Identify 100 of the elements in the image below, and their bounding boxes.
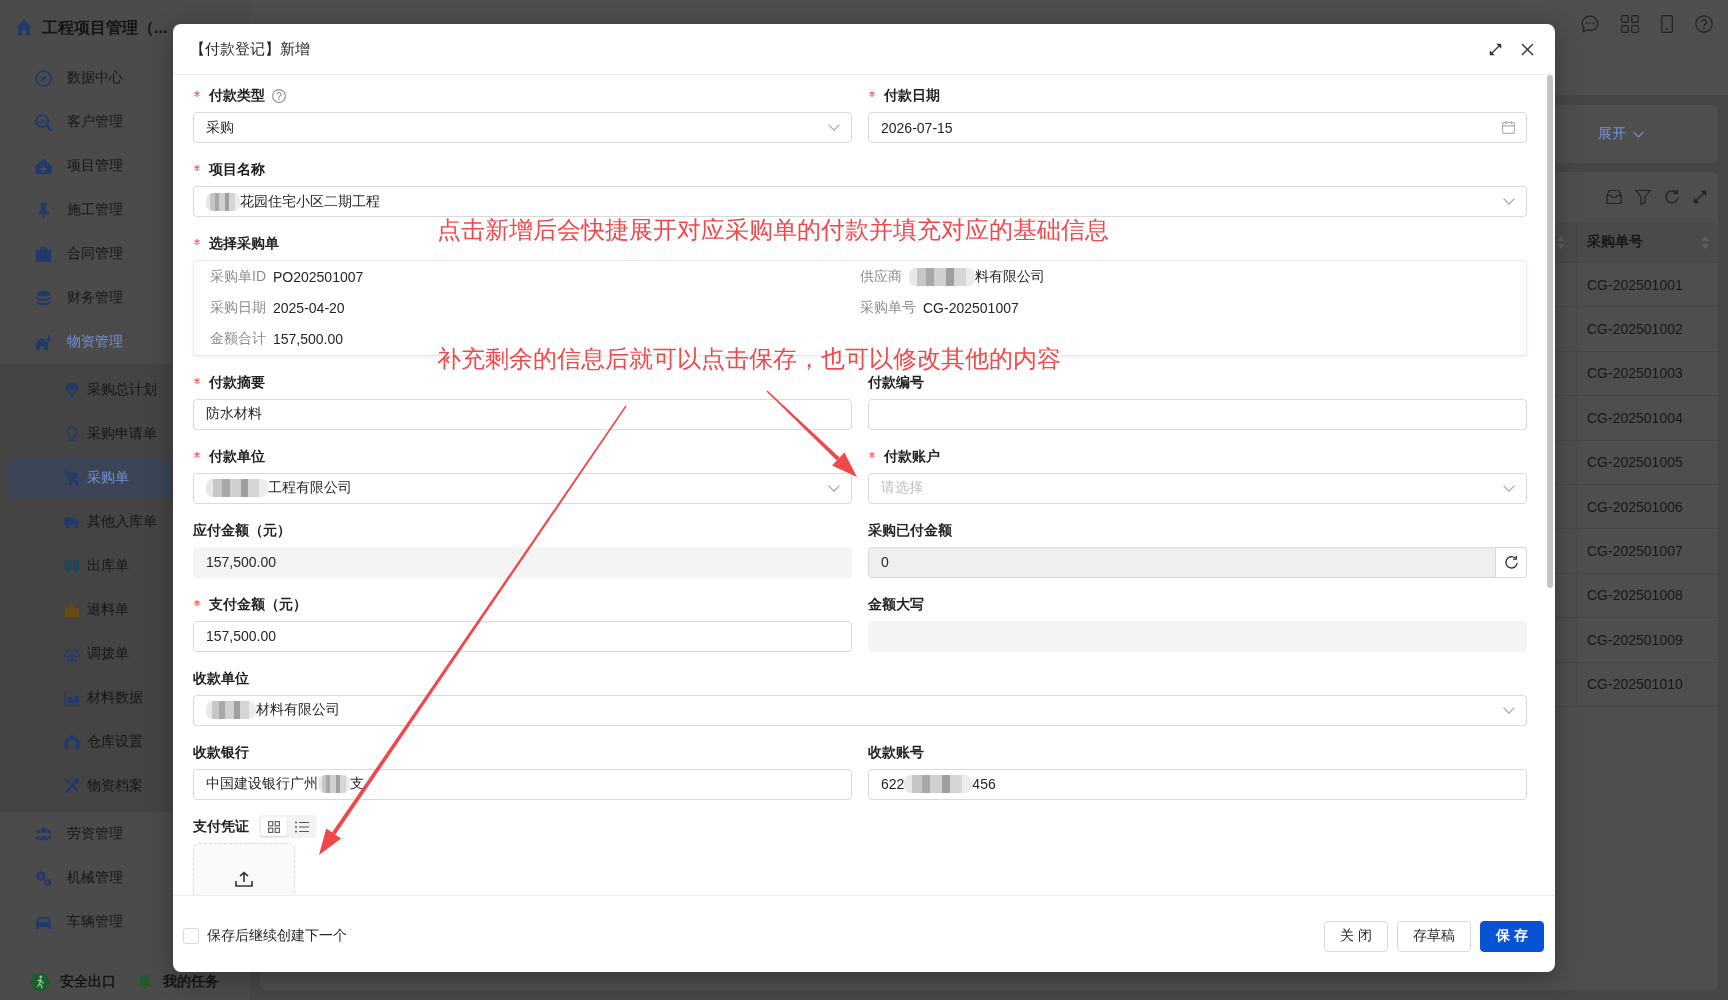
grid-icon: [268, 820, 280, 833]
field-label: 支付凭证: [193, 817, 249, 836]
chevron-down-icon: [828, 484, 840, 492]
select-field[interactable]: 花园住宅小区二期工程: [193, 186, 1527, 217]
field-label: 支付金额（元）: [209, 595, 307, 614]
chat-icon[interactable]: [1581, 15, 1599, 33]
field-label: 付款编号: [868, 373, 924, 392]
diagonal-arrows-icon[interactable]: [1489, 42, 1502, 56]
input-field[interactable]: 防水材料: [193, 398, 852, 430]
table-cell: CG-202501010: [1576, 662, 1718, 706]
redaction-blur: [318, 775, 350, 794]
refresh-icon: [1503, 554, 1519, 570]
close-button[interactable]: 关 闭: [1324, 920, 1389, 952]
chevron-down-icon: [1503, 484, 1515, 492]
save-draft-button[interactable]: 存草稿: [1397, 920, 1472, 952]
coins-icon: [35, 289, 52, 307]
chevron-down-icon: [1633, 130, 1644, 138]
cart-icon: [64, 470, 80, 486]
annotation-text: 点击新增后会快捷展开对应采购单的付款并填充对应的基础信息: [437, 218, 1109, 242]
magnifier-icon: [35, 113, 52, 131]
field-label: 收款银行: [193, 743, 249, 762]
list-icon: [295, 820, 309, 833]
select-field[interactable]: 请选择: [868, 472, 1527, 504]
field-label: 付款摘要: [209, 373, 265, 392]
input-field[interactable]: [868, 398, 1527, 430]
chevron-down-icon: [828, 124, 840, 131]
house-plus-icon: [35, 157, 52, 175]
table-cell: CG-202501006: [1576, 484, 1718, 529]
people-icon: [35, 825, 52, 843]
detail-value: 料有限公司: [975, 267, 1045, 286]
field-label: 付款日期: [884, 87, 940, 105]
redaction-blur: [206, 192, 240, 211]
select-field[interactable]: 采购: [193, 112, 852, 143]
tray-icon[interactable]: [1606, 189, 1622, 205]
field-label: 应付金额（元）: [193, 521, 291, 540]
briefcase-icon: [35, 245, 52, 263]
box-arrow-icon: [64, 602, 80, 618]
select-field[interactable]: 材料有限公司: [193, 694, 1527, 726]
table-cell: CG-202501008: [1576, 573, 1718, 618]
house-arrow-icon: [35, 333, 52, 351]
detail-label: 供应商: [860, 267, 902, 286]
chevron-down-icon: [1503, 198, 1515, 205]
input-field[interactable]: 622 456: [868, 768, 1527, 800]
sort-icon[interactable]: [1557, 235, 1565, 249]
table-cell: CG-202501003: [1576, 351, 1718, 396]
field-label: 收款账号: [868, 743, 924, 762]
scrollbar[interactable]: [1547, 75, 1553, 588]
grid-icon[interactable]: [1621, 15, 1639, 33]
checkbox-label[interactable]: 保存后继续创建下一个: [207, 927, 347, 945]
detail-value: PO202501007: [273, 268, 364, 285]
field-label: 选择采购单: [209, 235, 279, 253]
dialog-title: 【付款登记】新增: [190, 39, 311, 59]
parachute-icon: [64, 382, 80, 398]
field-label: 付款类型: [209, 87, 265, 105]
select-field[interactable]: 工程有限公司: [193, 472, 852, 504]
warehouse-icon: [64, 734, 80, 750]
detail-label: 采购日期: [210, 298, 266, 317]
checkbox[interactable]: [183, 928, 199, 944]
refresh-icon[interactable]: [1664, 189, 1680, 205]
redaction-blur: [206, 479, 268, 498]
filter-icon[interactable]: [1635, 189, 1651, 205]
van-icon: [64, 558, 80, 574]
detail-label: 金额合计: [210, 330, 266, 349]
phone-icon[interactable]: [1661, 15, 1673, 33]
help-icon[interactable]: [272, 89, 286, 103]
chevron-down-icon: [1503, 706, 1515, 714]
detail-label: 采购单号: [860, 298, 916, 317]
table-cell: CG-202501002: [1576, 307, 1718, 351]
scales-icon: [64, 646, 80, 662]
sidebar-item[interactable]: 采购单: [8, 458, 173, 498]
compass-icon: [35, 69, 52, 87]
close-icon[interactable]: [1521, 42, 1534, 56]
field-label: 付款账户: [884, 447, 940, 466]
input-field[interactable]: 中国建设银行广州 支: [193, 768, 852, 800]
field-label: 项目名称: [209, 161, 265, 179]
table-cell: CG-202501001: [1576, 263, 1718, 307]
redaction-blur: [909, 267, 975, 286]
help-icon[interactable]: [1695, 15, 1713, 33]
table-cell: CG-202501009: [1576, 618, 1718, 662]
date-field[interactable]: 2026-07-15: [868, 112, 1527, 143]
lightbulb-icon: [64, 426, 80, 442]
table-cell: CG-202501005: [1576, 440, 1718, 484]
pushpin-icon: [35, 201, 52, 219]
bell-icon: [137, 974, 153, 990]
input-field[interactable]: 157,500.00: [193, 620, 852, 652]
refresh-button[interactable]: [1496, 546, 1527, 578]
sidebar-item[interactable]: 物资管理: [8, 322, 173, 362]
tools-icon: [64, 778, 80, 794]
save-button[interactable]: 保 存: [1480, 920, 1544, 952]
detail-value: 157,500.00: [273, 331, 344, 348]
detail-value: 2025-04-20: [273, 299, 345, 316]
view-toggle-button[interactable]: [261, 817, 287, 837]
redaction-blur: [904, 775, 973, 794]
home-icon[interactable]: [15, 19, 33, 37]
table-cell: CG-202501007: [1576, 529, 1718, 573]
field-label: 采购已付金额: [868, 521, 952, 540]
table-cell: CG-202501004: [1576, 396, 1718, 440]
expand-link[interactable]: 展开: [1598, 125, 1644, 143]
upload-icon: [235, 870, 253, 887]
field-label: 付款单位: [209, 447, 265, 466]
